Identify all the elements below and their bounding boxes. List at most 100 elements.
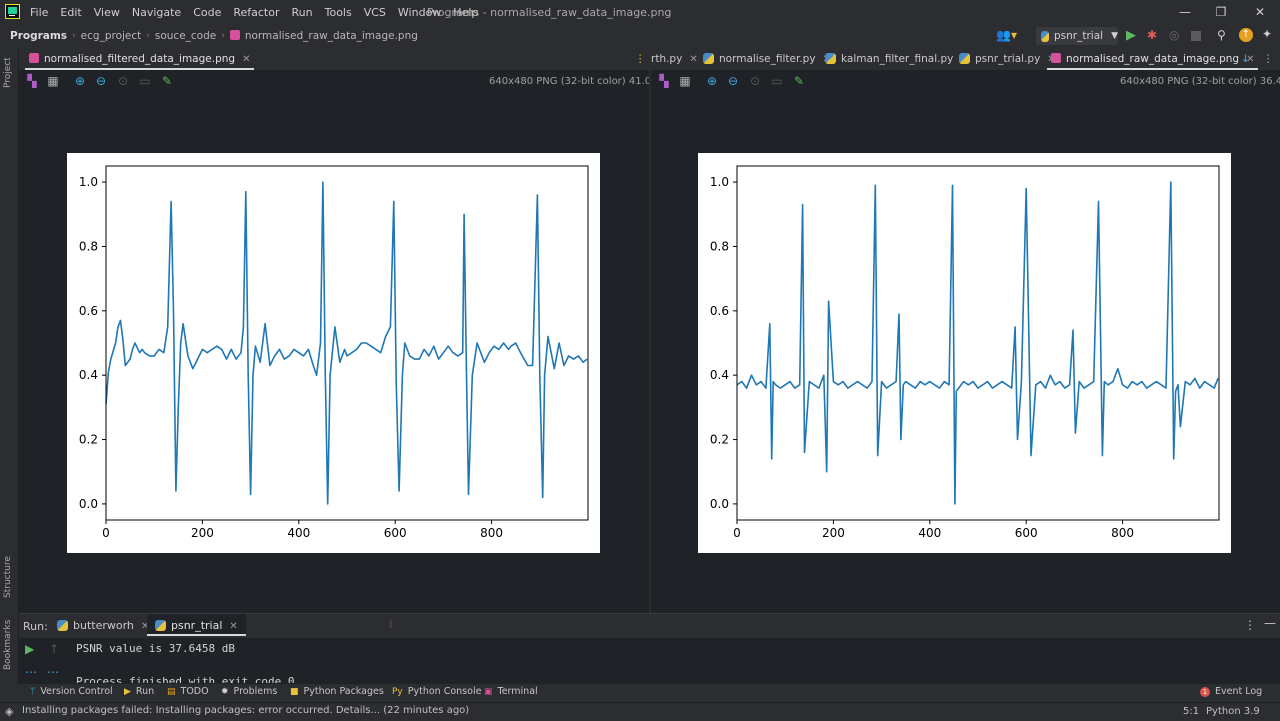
stop-icon[interactable] [1191,31,1201,41]
tab-label: normalise_filter.py [719,53,816,65]
tool-label: Version Control [40,686,113,697]
version-control-button[interactable]: ᛘ Version Control [30,686,113,697]
tool-label: TODO [180,686,209,697]
bookmarks-tool-button[interactable]: Bookmarks [3,620,13,670]
ide-logo-icon[interactable]: ✦ [1262,27,1272,41]
tab-normalise-filter-py[interactable]: normalise_filter.py✕ [703,48,831,70]
actual-size-icon[interactable]: ⊙ [116,74,130,88]
python-icon: Py [392,687,403,697]
main-menu: File Edit View Navigate Code Refactor Ru… [30,0,490,24]
tab-butterworth-py[interactable]: rth.py ✕ [651,48,698,70]
breadcrumb-separator-icon: › [72,31,76,41]
zoom-in-icon[interactable]: ⊕ [705,74,719,88]
tool-label: Python Packages [303,686,384,697]
fit-zoom-icon[interactable]: ▭ [770,74,784,88]
tool-label: Problems [233,686,278,697]
grid-icon[interactable]: ▦ [46,74,60,88]
breadcrumb-ecg-project[interactable]: ecg_project [81,30,142,42]
background-icon[interactable]: ▚ [657,74,671,88]
menu-vcs[interactable]: VCS [364,6,386,19]
y-tick-label: 0.0 [710,497,729,511]
menu-file[interactable]: File [30,6,48,19]
tab-list-down-icon[interactable]: ↓ [1241,48,1250,70]
search-icon[interactable]: ⚲ [1217,28,1226,42]
profile-icon[interactable]: ◎ [1169,28,1179,42]
structure-tool-button[interactable]: Structure [3,556,13,598]
status-message[interactable]: Installing packages failed: Installing p… [22,705,469,716]
project-tool-button[interactable]: Project [3,57,13,88]
run-tool-button[interactable]: ▶ Run [124,686,154,697]
bug-icon: ✹ [221,687,229,697]
todo-tool-button[interactable]: ▤ TODO [167,686,209,697]
png-file-icon [229,30,240,40]
x-tick-label: 600 [384,526,407,540]
zoom-out-icon[interactable]: ⊖ [726,74,740,88]
breadcrumb-separator-icon: › [146,31,150,41]
python-packages-tool-button[interactable]: ■ Python Packages [290,686,384,697]
color-picker-icon[interactable]: ✎ [792,74,806,88]
right-editor-pane: rth.py ✕ normalise_filter.py✕ kalman_filt… [651,48,1280,613]
tool-label: Python Console [407,686,482,697]
minimize-button[interactable]: — [1170,2,1200,22]
rerun-icon[interactable]: ▶ [25,642,34,656]
breadcrumb-programs[interactable]: Programs [10,30,67,42]
run-icon[interactable]: ▶ [1126,28,1136,43]
users-icon[interactable]: 👥▾ [996,28,1017,42]
color-picker-icon[interactable]: ✎ [160,74,174,88]
x-tick-label: 800 [480,526,503,540]
x-tick-label: 200 [191,526,214,540]
run-tab-psnr-trial[interactable]: psnr_trial ✕ [147,614,246,636]
more-actions-icon[interactable]: ⋯ [25,665,37,679]
more-tabs-icon[interactable]: ⋮ [635,48,646,70]
cursor-position[interactable]: 5:1 [1183,706,1199,717]
restore-button[interactable]: ❐ [1206,2,1236,22]
menu-view[interactable]: View [94,6,120,19]
run-configuration-select[interactable]: psnr_trial ▼ [1036,27,1118,45]
tab-kalman-filter-final-py[interactable]: kalman_filter_final.py✕ [825,48,969,70]
event-log-button[interactable]: 1 Event Log [1200,686,1262,697]
close-tab-icon[interactable]: ✕ [689,54,697,65]
menu-run[interactable]: Run [292,6,313,19]
menu-navigate[interactable]: Navigate [132,6,181,19]
breadcrumb: Programs › ecg_project › souce_code › no… [10,24,418,48]
x-tick-label: 800 [1111,526,1134,540]
hide-panel-icon[interactable]: — [1264,616,1276,630]
tool-label: Terminal [497,686,538,697]
menu-code[interactable]: Code [193,6,221,19]
close-window-button[interactable]: ✕ [1245,2,1275,22]
close-tab-icon[interactable]: ✕ [229,621,237,632]
debug-icon[interactable]: ✱ [1147,28,1157,42]
terminal-icon: ▣ [484,687,493,697]
project-tool-label: Project [3,57,13,88]
grid-icon[interactable]: ▦ [678,74,692,88]
zoom-in-icon[interactable]: ⊕ [73,74,87,88]
close-tab-icon[interactable]: ✕ [242,54,250,65]
background-icon[interactable]: ▚ [25,74,39,88]
drag-handle-icon[interactable]: ⁞ [389,618,393,631]
terminal-tool-button[interactable]: ▣ Terminal [484,686,538,697]
menu-refactor[interactable]: Refactor [233,6,279,19]
menu-edit[interactable]: Edit [60,6,81,19]
status-toggle-icon[interactable]: ◈ [5,705,13,718]
options-icon[interactable]: ⋮ [1244,618,1256,632]
tool-window-bar: ᛘ Version Control ▶ Run ▤ TODO ✹ Problems ■ P… [0,684,1280,702]
tab-psnr-trial-py[interactable]: psnr_trial.py✕ [959,48,1056,70]
more-actions-icon[interactable]: ⋯ [47,665,59,679]
menu-tools[interactable]: Tools [325,6,352,19]
tab-normalised-filtered-data-image[interactable]: normalised_filtered_data_image.png ✕ [25,48,255,70]
more-tabs-icon[interactable]: ⋮ [1263,48,1274,70]
breadcrumb-souce-code[interactable]: souce_code [155,30,216,42]
y-tick-label: 0.2 [710,433,729,447]
tab-normalised-raw-data-image[interactable]: normalised_raw_data_image.png ✕ [1047,48,1259,70]
breadcrumb-file[interactable]: normalised_raw_data_image.png [229,30,418,42]
problems-tool-button[interactable]: ✹ Problems [221,686,277,697]
fit-zoom-icon[interactable]: ▭ [138,74,152,88]
python-console-tool-button[interactable]: Py Python Console [392,686,481,697]
run-tab-butterworh[interactable]: butterworh ✕ [57,619,149,632]
update-icon[interactable]: ↑ [1239,28,1253,42]
interpreter-selector[interactable]: Python 3.9 [1206,706,1260,717]
zoom-out-icon[interactable]: ⊖ [94,74,108,88]
scroll-up-icon[interactable]: ↑ [49,642,59,656]
actual-size-icon[interactable]: ⊙ [748,74,762,88]
left-editor-pane: normalised_filtered_data_image.png ✕ ⋮ ▚ … [19,48,673,613]
